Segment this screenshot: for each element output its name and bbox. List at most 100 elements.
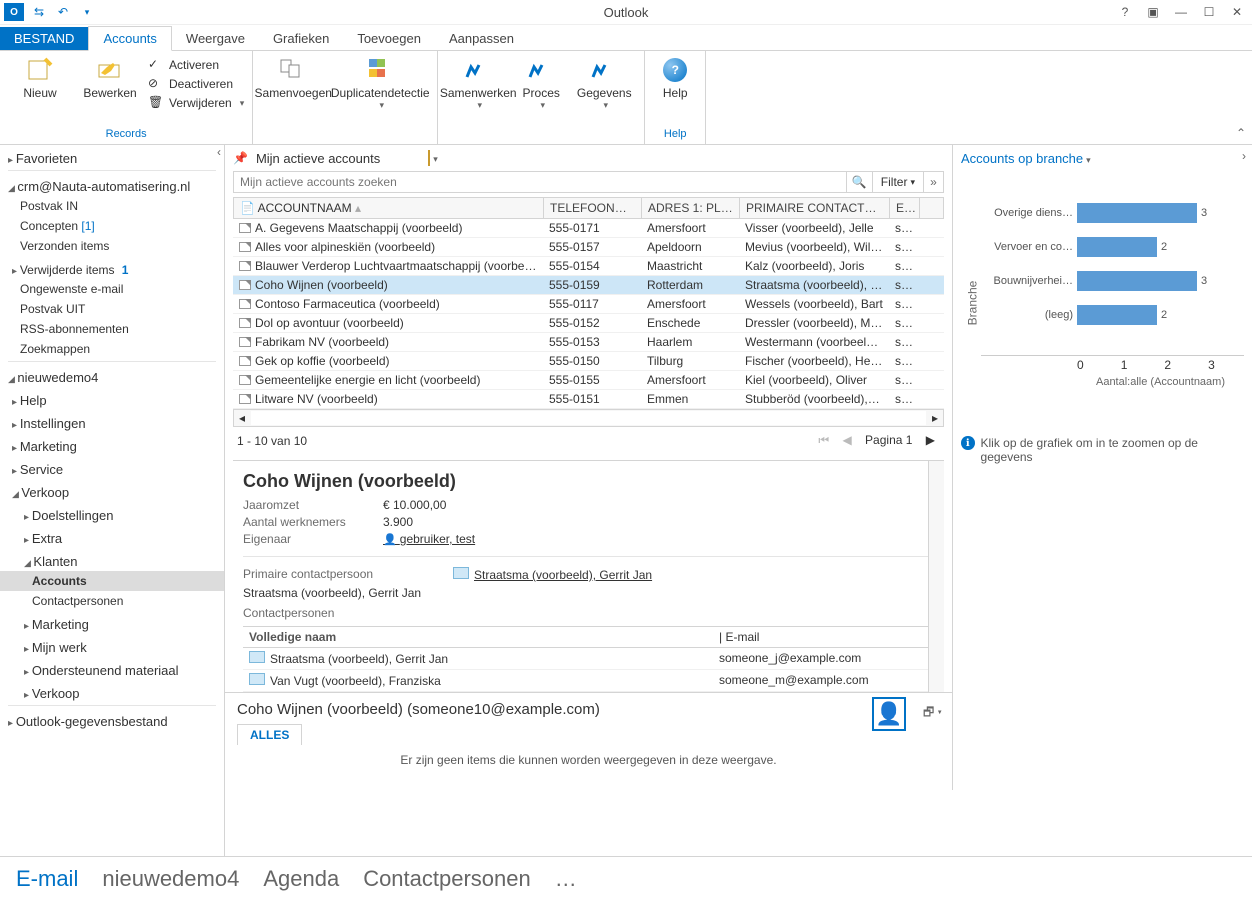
ct-col-name[interactable]: Volledige naam xyxy=(249,630,719,644)
btn-help[interactable]: ? Help xyxy=(653,53,697,100)
nav-deleted[interactable]: Verwijderde items 1 xyxy=(0,256,224,279)
nav-sales2[interactable]: Verkoop xyxy=(0,680,224,703)
qat-customize-icon[interactable]: ▾ xyxy=(78,3,96,21)
pager-first-icon[interactable]: ⏮ xyxy=(818,433,829,447)
nav-sales[interactable]: Verkoop xyxy=(0,479,224,502)
table-row[interactable]: Coho Wijnen (voorbeeld)555-0159Rotterdam… xyxy=(233,276,944,295)
new-icon xyxy=(26,56,54,84)
nav-mywork[interactable]: Mijn werk xyxy=(0,634,224,657)
qat-undo-icon[interactable]: ↶ xyxy=(54,3,72,21)
nav-account-crm[interactable]: crm@Nauta-automatisering.nl xyxy=(0,173,224,196)
tab-toevoegen[interactable]: Toevoegen xyxy=(343,27,435,50)
nav-sent[interactable]: Verzonden items xyxy=(0,236,224,256)
owner-link[interactable]: gebruiker, test xyxy=(383,532,475,546)
search-icon[interactable]: 🔍 xyxy=(847,171,873,193)
nav-klanten[interactable]: Klanten xyxy=(0,548,224,571)
nav-accounts[interactable]: Accounts xyxy=(0,571,224,591)
tab-grafieken[interactable]: Grafieken xyxy=(259,27,343,50)
help-icon[interactable]: ? xyxy=(1114,5,1136,19)
col-phone[interactable]: TELEFOONNUM… xyxy=(544,198,642,218)
reading-tab-alles[interactable]: ALLES xyxy=(237,724,302,745)
table-row[interactable]: Gek op koffie (voorbeeld)555-0150Tilburg… xyxy=(233,352,944,371)
chart-bars[interactable]: Overige diens…3Vervoer en co…2Bouwnijver… xyxy=(981,196,1244,356)
btn-samenwerken[interactable]: Samenwerken xyxy=(446,53,510,111)
nav-inbox[interactable]: Postvak IN xyxy=(0,196,224,216)
footer-crm[interactable]: nieuwedemo4 xyxy=(102,866,239,892)
nav-service[interactable]: Service xyxy=(0,456,224,479)
btn-gegevens[interactable]: Gegevens xyxy=(572,53,636,111)
contact-row[interactable]: Straatsma (voorbeeld), Gerrit Jansomeone… xyxy=(243,648,934,670)
accounts-table: 📄 ACCOUNTNAAM ▴ TELEFOONNUM… ADRES 1: PL… xyxy=(233,197,944,409)
expand-icon[interactable]: » xyxy=(924,171,944,193)
btn-samenvoegen[interactable]: Samenvoegen xyxy=(261,53,325,100)
nav-favorieten[interactable]: Favorieten xyxy=(0,145,224,168)
nav-rss[interactable]: RSS-abonnementen xyxy=(0,319,224,339)
minimize-icon[interactable]: — xyxy=(1170,5,1192,19)
nav-help[interactable]: Help xyxy=(0,387,224,410)
btn-deactiveren[interactable]: ⊘Deactiveren xyxy=(148,76,244,92)
nav-crm-root[interactable]: nieuwedemo4 xyxy=(0,364,224,387)
view-title: Mijn actieve accounts xyxy=(256,151,380,166)
contact-row[interactable]: Van Vugt (voorbeeld), Franziskasomeone_m… xyxy=(243,670,934,692)
nav-outbox[interactable]: Postvak UIT xyxy=(0,299,224,319)
maximize-icon[interactable]: ☐ xyxy=(1198,5,1220,19)
chart-expand-icon[interactable]: › xyxy=(1242,149,1246,163)
col-city[interactable]: ADRES 1: PLAATS xyxy=(642,198,740,218)
nav-marketing2[interactable]: Marketing xyxy=(0,611,224,634)
table-row[interactable]: Contoso Farmaceutica (voorbeeld)555-0117… xyxy=(233,295,944,314)
chart-hint: Klik op de grafiek om in te zoomen op de… xyxy=(961,436,1244,464)
btn-nieuw[interactable]: Nieuw xyxy=(8,53,72,100)
ribbon-display-icon[interactable]: ▣ xyxy=(1142,5,1164,19)
footer-more-icon[interactable]: … xyxy=(555,866,577,892)
table-row[interactable]: Fabrikam NV (voorbeeld)555-0153HaarlemWe… xyxy=(233,333,944,352)
nav-contactpersonen[interactable]: Contactpersonen xyxy=(0,591,224,611)
pager-prev-icon[interactable]: ◀ xyxy=(842,433,851,447)
footer-email[interactable]: E-mail xyxy=(16,866,78,892)
btn-proces[interactable]: Proces xyxy=(516,53,566,111)
people-pane-toggle-icon[interactable]: 🗗 ▾ xyxy=(923,703,942,724)
table-row[interactable]: Alles voor alpineskiën (voorbeeld)555-01… xyxy=(233,238,944,257)
close-icon[interactable]: ✕ xyxy=(1226,5,1248,19)
btn-duplicaten[interactable]: Duplicatendetectie xyxy=(331,53,429,111)
btn-verwijderen[interactable]: 🗑Verwijderen xyxy=(148,95,244,111)
btn-activeren[interactable]: ✓Activeren xyxy=(148,57,244,73)
col-name[interactable]: 📄 ACCOUNTNAAM ▴ xyxy=(234,198,544,218)
tab-accounts[interactable]: Accounts xyxy=(88,26,171,51)
search-input[interactable] xyxy=(233,171,847,193)
nav-searchfolders[interactable]: Zoekmappen xyxy=(0,339,224,359)
col-email[interactable]: E-N xyxy=(890,198,920,218)
avatar[interactable] xyxy=(872,697,906,731)
qat-sendreceive-icon[interactable]: ⇆ xyxy=(30,3,48,21)
nav-drafts[interactable]: Concepten [1] xyxy=(0,216,224,236)
ribbon-collapse-icon[interactable]: ⌃ xyxy=(1236,126,1246,140)
filter-button[interactable]: Filter▾ xyxy=(873,171,924,193)
nav-extra[interactable]: Extra xyxy=(0,525,224,548)
pager-info: 1 - 10 van 10 xyxy=(237,434,307,448)
primary-contact-link[interactable]: Straatsma (voorbeeld), Gerrit Jan xyxy=(453,567,652,582)
tab-file[interactable]: BESTAND xyxy=(0,27,88,50)
table-row[interactable]: A. Gegevens Maatschappij (voorbeeld)555-… xyxy=(233,219,944,238)
folder-pane: ‹ Favorieten crm@Nauta-automatisering.nl… xyxy=(0,145,225,856)
table-row[interactable]: Dol op avontuur (voorbeeld)555-0152Ensch… xyxy=(233,314,944,333)
nav-support[interactable]: Ondersteunend materiaal xyxy=(0,657,224,680)
table-row[interactable]: Gemeentelijke energie en licht (voorbeel… xyxy=(233,371,944,390)
nav-marketing[interactable]: Marketing xyxy=(0,433,224,456)
nav-junk[interactable]: Ongewenste e-mail xyxy=(0,279,224,299)
footer-agenda[interactable]: Agenda xyxy=(263,866,339,892)
pager-next-icon[interactable]: ▶ xyxy=(926,433,935,447)
col-contact[interactable]: PRIMAIRE CONTACTPERSO… xyxy=(740,198,890,218)
table-row[interactable]: Blauwer Verderop Luchtvaartmaatschappij … xyxy=(233,257,944,276)
tab-aanpassen[interactable]: Aanpassen xyxy=(435,27,528,50)
h-scrollbar[interactable]: ◂▸ xyxy=(233,409,944,427)
btn-bewerken[interactable]: Bewerken xyxy=(78,53,142,100)
pin-icon[interactable]: 📌 xyxy=(233,151,248,165)
detail-scrollbar[interactable] xyxy=(928,461,944,692)
nav-doelstellingen[interactable]: Doelstellingen xyxy=(0,502,224,525)
table-row[interactable]: Litware NV (voorbeeld)555-0151EmmenStubb… xyxy=(233,390,944,409)
nav-pst[interactable]: Outlook-gegevensbestand xyxy=(0,708,224,731)
chart-title[interactable]: Accounts op branche xyxy=(961,151,1244,166)
tab-weergave[interactable]: Weergave xyxy=(172,27,259,50)
footer-contacts[interactable]: Contactpersonen xyxy=(363,866,531,892)
nav-collapse-icon[interactable]: ‹ xyxy=(217,145,221,159)
nav-settings[interactable]: Instellingen xyxy=(0,410,224,433)
